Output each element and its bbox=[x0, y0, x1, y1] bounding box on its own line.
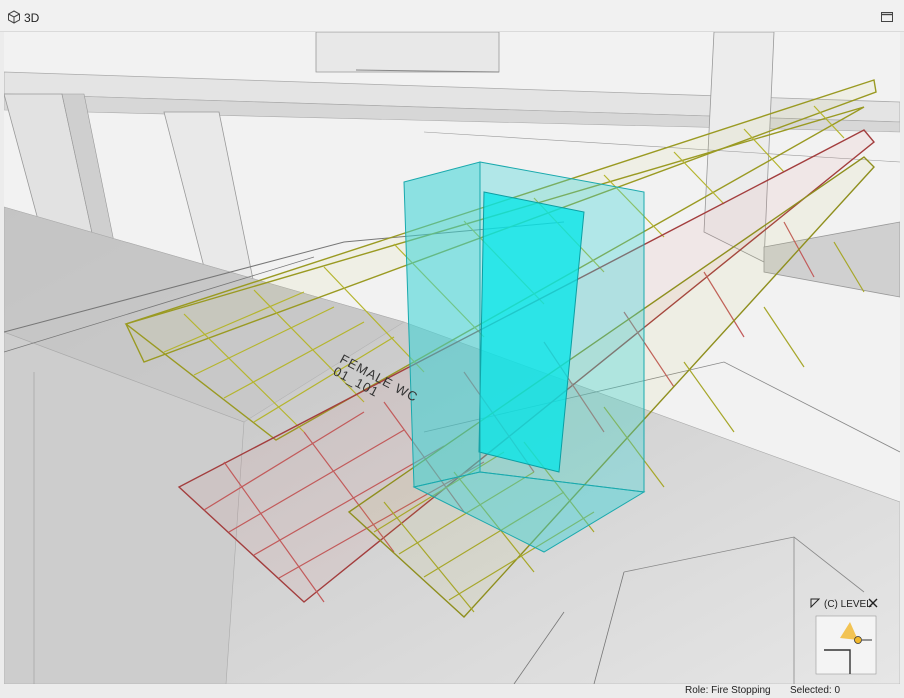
level-navigator[interactable]: (C) LEVEL bbox=[810, 598, 886, 680]
3d-viewport[interactable]: FEMALE WC 01_101 (C) LEVEL bbox=[4, 32, 900, 684]
cube-icon bbox=[8, 10, 20, 24]
app-window: 3D FEMALE WC 01_101 (C) LEVEL Role: Fire… bbox=[0, 0, 904, 698]
role-status: Role: Fire Stopping bbox=[685, 685, 771, 696]
fire-stopping-element[interactable] bbox=[403, 161, 646, 553]
corner-arrow-icon[interactable] bbox=[810, 598, 820, 608]
title-bar: 3D bbox=[0, 0, 904, 32]
level-label: (C) LEVEL bbox=[824, 599, 872, 610]
scene-canvas[interactable] bbox=[4, 32, 900, 684]
close-x-icon[interactable] bbox=[868, 598, 878, 608]
maximize-icon[interactable] bbox=[880, 10, 894, 24]
window-title: 3D bbox=[24, 11, 40, 25]
status-bar: Role: Fire Stopping Selected: 0 bbox=[0, 684, 904, 698]
selected-count: Selected: 0 bbox=[790, 685, 841, 696]
minimap[interactable] bbox=[810, 610, 886, 680]
